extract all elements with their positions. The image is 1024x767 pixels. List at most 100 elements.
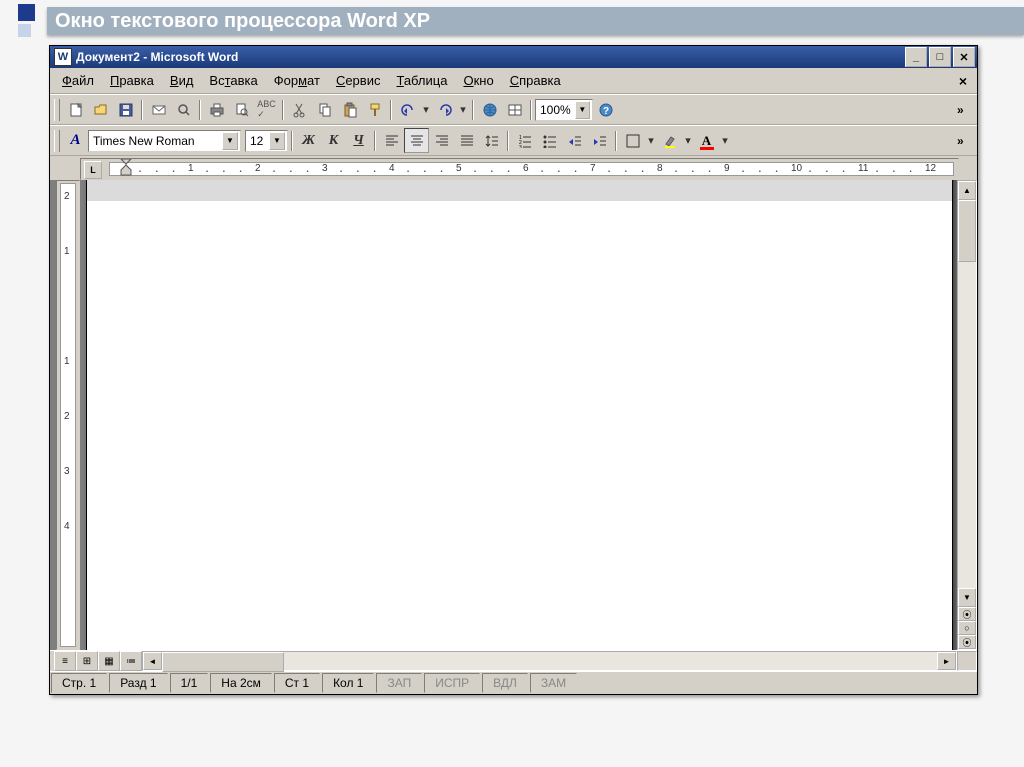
menu-table[interactable]: Таблица [388, 71, 455, 90]
titlebar[interactable]: W Документ2 - Microsoft Word _ □ ✕ [50, 46, 977, 68]
save-button[interactable] [113, 97, 138, 122]
increase-indent-button[interactable] [587, 128, 612, 153]
scroll-down-button[interactable]: ▼ [958, 588, 976, 607]
align-center-button[interactable] [404, 128, 429, 153]
spellcheck-button[interactable]: ABC✓ [254, 97, 279, 122]
menu-format[interactable]: Формат [266, 71, 328, 90]
zoom-value: 100% [540, 103, 571, 117]
status-pages: 1/1 [170, 673, 209, 693]
open-button[interactable] [88, 97, 113, 122]
format-painter-button[interactable] [362, 97, 387, 122]
align-justify-button[interactable] [454, 128, 479, 153]
highlight-button[interactable] [657, 128, 682, 153]
menu-file[interactable]: Файл [54, 71, 102, 90]
toolbar-grip[interactable] [54, 130, 60, 152]
window-title: Документ2 - Microsoft Word [76, 50, 903, 64]
copy-button[interactable] [312, 97, 337, 122]
menu-insert[interactable]: Вставка [201, 71, 265, 90]
status-rec[interactable]: ЗАП [376, 673, 422, 693]
font-color-button[interactable]: A [694, 128, 719, 153]
maximize-button[interactable]: □ [929, 47, 951, 67]
status-ovr[interactable]: ЗАМ [530, 673, 577, 693]
search-button[interactable] [171, 97, 196, 122]
close-button[interactable]: ✕ [953, 47, 975, 67]
browse-object-button[interactable]: ○ [958, 621, 976, 635]
horizontal-scrollbar[interactable]: ◄ ► [142, 651, 957, 671]
undo-dropdown[interactable]: ▾ [420, 97, 432, 122]
dropdown-arrow-icon[interactable]: ▼ [269, 132, 285, 150]
align-left-button[interactable] [379, 128, 404, 153]
bold-button[interactable]: Ж [296, 128, 321, 153]
document-area: 2 1 1 2 3 4 ▲ ▼ ⦿ ○ ⦿ [50, 180, 977, 650]
next-page-button[interactable]: ⦿ [958, 635, 976, 649]
menu-edit[interactable]: Правка [102, 71, 162, 90]
status-page: Стр. 1 [51, 673, 107, 693]
line-spacing-button[interactable] [479, 128, 504, 153]
print-view-button[interactable]: ▦ [98, 651, 120, 671]
scroll-left-button[interactable]: ◄ [143, 652, 162, 670]
hyperlink-button[interactable] [477, 97, 502, 122]
bullet-icon [18, 4, 35, 21]
scroll-right-button[interactable]: ► [937, 652, 956, 670]
scroll-up-button[interactable]: ▲ [958, 181, 976, 200]
horizontal-ruler[interactable]: L /*ruler nums generated below*/ 1···2··… [80, 158, 959, 180]
borders-dropdown[interactable]: ▾ [645, 128, 657, 153]
outline-view-button[interactable]: ≔ [120, 651, 142, 671]
status-trk[interactable]: ИСПР [424, 673, 480, 693]
svg-text:3: 3 [519, 145, 522, 148]
menu-window[interactable]: Окно [455, 71, 501, 90]
underline-button[interactable]: Ч [346, 128, 371, 153]
prev-page-button[interactable]: ⦿ [958, 607, 976, 621]
toolbar-overflow[interactable]: » [957, 103, 973, 117]
font-size-combo[interactable]: 12▼ [245, 130, 288, 152]
undo-button[interactable] [395, 97, 420, 122]
zoom-combo[interactable]: 100% ▼ [535, 99, 593, 121]
cut-button[interactable] [287, 97, 312, 122]
highlight-dropdown[interactable]: ▾ [682, 128, 694, 153]
numbered-list-button[interactable]: 123 [512, 128, 537, 153]
toolbar-overflow[interactable]: » [957, 134, 973, 148]
document-close-button[interactable]: × [953, 73, 973, 89]
normal-view-button[interactable]: ≡ [54, 651, 76, 671]
hscroll-thumb[interactable] [162, 652, 284, 672]
toolbar-grip[interactable] [54, 99, 60, 121]
minimize-button[interactable]: _ [905, 47, 927, 67]
redo-button[interactable] [432, 97, 457, 122]
ruler-number: 4 [389, 163, 395, 174]
document-page[interactable] [86, 180, 953, 650]
status-ext[interactable]: ВДЛ [482, 673, 528, 693]
ruler-number: 6 [523, 163, 529, 174]
paste-button[interactable] [337, 97, 362, 122]
font-combo[interactable]: Times New Roman▼ [88, 130, 241, 152]
slide-title: Окно текстового процессора Word XP [47, 7, 1024, 35]
status-bar: Стр. 1 Разд 1 1/1 На 2см Ст 1 Кол 1 ЗАП … [50, 671, 977, 694]
vertical-scrollbar[interactable]: ▲ ▼ ⦿ ○ ⦿ [957, 180, 977, 650]
menu-view[interactable]: Вид [162, 71, 202, 90]
dropdown-arrow-icon[interactable]: ▼ [575, 101, 590, 119]
align-right-button[interactable] [429, 128, 454, 153]
print-button[interactable] [204, 97, 229, 122]
menu-tools[interactable]: Сервис [328, 71, 389, 90]
web-view-button[interactable]: ⊞ [76, 651, 98, 671]
indent-marker-icon[interactable] [120, 158, 132, 176]
dropdown-arrow-icon[interactable]: ▼ [222, 132, 238, 150]
status-at: На 2см [210, 673, 272, 693]
vertical-ruler[interactable]: 2 1 1 2 3 4 [56, 180, 80, 650]
help-button[interactable]: ? [593, 97, 618, 122]
bulleted-list-button[interactable] [537, 128, 562, 153]
borders-button[interactable] [620, 128, 645, 153]
redo-dropdown[interactable]: ▾ [457, 97, 469, 122]
decrease-indent-button[interactable] [562, 128, 587, 153]
font-color-dropdown[interactable]: ▾ [719, 128, 731, 153]
email-button[interactable] [146, 97, 171, 122]
menu-help[interactable]: Справка [502, 71, 569, 90]
italic-button[interactable]: К [321, 128, 346, 153]
ruler-number: 7 [590, 163, 596, 174]
styles-button[interactable]: A [63, 128, 88, 153]
new-doc-button[interactable] [63, 97, 88, 122]
scroll-thumb[interactable] [958, 200, 976, 262]
tables-borders-button[interactable] [502, 97, 527, 122]
formatting-toolbar: A Times New Roman▼ 12▼ Ж К Ч 123 ▾ ▾ A ▾ [50, 125, 977, 156]
tab-selector[interactable]: L [84, 161, 102, 179]
print-preview-button[interactable] [229, 97, 254, 122]
